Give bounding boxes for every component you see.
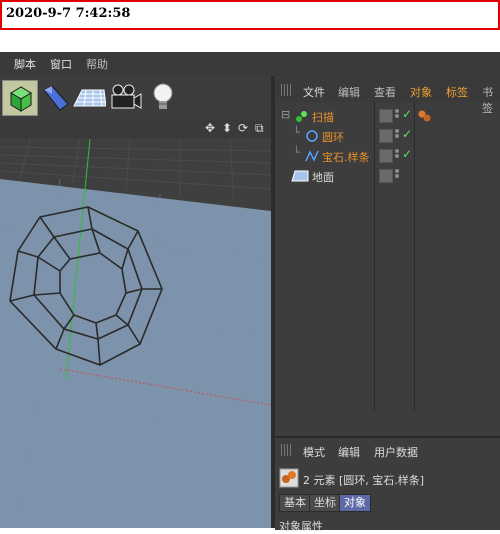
enabled-check-icon[interactable]: ✓ (402, 127, 412, 141)
section-title: 对象属性 (279, 520, 323, 533)
sweep-icon (296, 111, 307, 122)
layer-checkbox[interactable] (379, 109, 393, 123)
circle-icon (306, 130, 318, 142)
enabled-check-icon[interactable]: ✓ (402, 107, 412, 121)
menu-window[interactable]: 窗口 (50, 56, 72, 72)
object-row-floor[interactable]: 地面 (275, 166, 500, 186)
object-row-circle[interactable]: └ 圆环 ✓ (275, 126, 500, 146)
menu-help[interactable]: 帮助 (86, 56, 108, 72)
move-icon[interactable]: ✥ (205, 121, 215, 135)
enabled-check-icon[interactable]: ✓ (402, 147, 412, 161)
selection-info: 2 元素 [圆环, 宝石.样条] (303, 474, 425, 487)
3d-viewport[interactable] (0, 139, 271, 528)
tab-tags[interactable]: 标签 (446, 84, 468, 100)
zoom-icon[interactable]: ⬍ (222, 121, 232, 135)
maximize-icon[interactable]: ⧉ (255, 121, 264, 136)
object-label: 圆环 (322, 131, 344, 144)
timestamp-bar: 2020-9-7 7:42:58 (0, 0, 500, 30)
material-tag-icon[interactable] (417, 108, 433, 124)
menu-script[interactable]: 脚本 (14, 56, 36, 72)
object-label: 扫描 (312, 111, 334, 124)
object-row-sweep[interactable]: ⊟ 扫描 ✓ (275, 106, 500, 126)
cinema4d-window: 脚本 窗口 帮助 ✥ ⬍ ⟳ ⧉ 文件 编辑 查看 对象 标签 书签 ⊟ 扫描 … (0, 52, 500, 533)
plane-button[interactable] (72, 80, 107, 114)
object-row-gem-spline[interactable]: └ 宝石.样条 ✓ (275, 146, 500, 166)
layer-checkbox[interactable] (379, 169, 393, 183)
light-bulb-icon (153, 83, 173, 109)
spline-pen-button[interactable] (38, 80, 72, 114)
light-button[interactable] (146, 80, 180, 114)
panel-grip-icon[interactable] (281, 444, 293, 456)
rotate-icon[interactable]: ⟳ (238, 121, 248, 135)
spline-icon (305, 150, 319, 162)
plane-grid-icon (73, 89, 107, 107)
tab-object[interactable]: 对象 (410, 84, 432, 100)
visibility-dots[interactable] (395, 149, 399, 163)
floor-icon (291, 170, 309, 182)
camera-button[interactable] (108, 80, 142, 114)
visibility-dots[interactable] (395, 109, 399, 123)
multi-object-icon (279, 468, 299, 488)
layer-checkbox[interactable] (379, 129, 393, 143)
cube-icon (10, 86, 32, 112)
timestamp-text: 2020-9-7 7:42:58 (6, 6, 131, 21)
viewport-canvas (0, 139, 271, 528)
collapse-icon[interactable]: ⊟ (281, 108, 290, 121)
layer-checkbox[interactable] (379, 149, 393, 163)
object-manager: 文件 编辑 查看 对象 标签 书签 ⊟ 扫描 ✓ └ 圆环 ✓ └ 宝石.样条 … (275, 78, 500, 434)
tab-view[interactable]: 查看 (374, 84, 396, 100)
visibility-dots[interactable] (395, 129, 399, 143)
visibility-dots[interactable] (395, 169, 399, 183)
menu-bar: 脚本 窗口 帮助 (0, 52, 500, 76)
tab-mode[interactable]: 模式 (303, 444, 325, 460)
tab-coordinates[interactable]: 坐标 (309, 494, 341, 512)
cube-button[interactable] (2, 80, 38, 116)
toolbar (0, 78, 275, 116)
tab-edit[interactable]: 编辑 (338, 84, 360, 100)
tab-edit[interactable]: 编辑 (338, 444, 360, 460)
object-label: 地面 (312, 171, 334, 184)
tab-user-data[interactable]: 用户数据 (374, 444, 418, 460)
spline-pen-icon (43, 85, 69, 111)
tab-file[interactable]: 文件 (303, 84, 325, 100)
panel-grip-icon[interactable] (281, 84, 293, 96)
object-manager-tabs: 文件 编辑 查看 对象 标签 书签 (275, 78, 500, 115)
attribute-manager: 模式 编辑 用户数据 2 元素 [圆环, 宝石.样条] 基本 坐标 对象 对象属… (275, 436, 500, 533)
tab-basic[interactable]: 基本 (279, 494, 311, 512)
object-label: 宝石.样条 (322, 151, 370, 164)
viewport-header: ✥ ⬍ ⟳ ⧉ (0, 120, 271, 138)
camera-icon (111, 84, 142, 109)
tab-object-active[interactable]: 对象 (339, 494, 371, 512)
